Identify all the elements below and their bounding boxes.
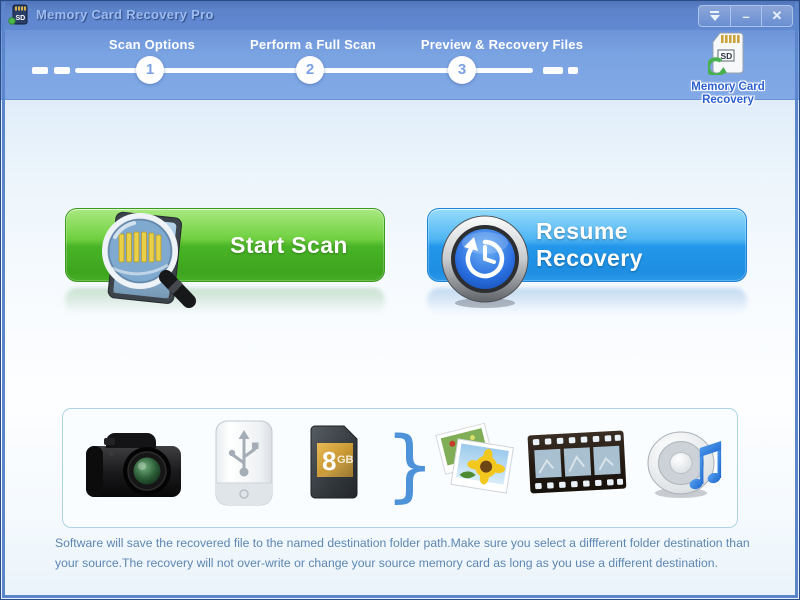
- progress-dash: [54, 67, 70, 74]
- step-circle-2: 2: [296, 56, 324, 84]
- resume-recovery-label: Resume Recovery: [536, 218, 643, 271]
- close-button[interactable]: ✕: [761, 6, 792, 26]
- progress-dash: [568, 67, 578, 74]
- start-scan-button[interactable]: Start Scan: [65, 208, 385, 308]
- window-controls: – ✕: [698, 5, 793, 27]
- step-label-preview-recovery: Preview & Recovery Files: [420, 37, 584, 52]
- photos-icon: [435, 422, 514, 494]
- usb-drive-icon: [215, 420, 273, 506]
- sd-card-icon: 8 GB: [310, 425, 358, 499]
- titlebar: SD Memory Card Recovery Pro – ✕: [0, 0, 800, 30]
- app-window: SD Memory Card Recovery Pro – ✕ Scan Opt…: [0, 0, 800, 600]
- app-icon-sd-card: SD: [8, 4, 28, 25]
- resume-recovery-clock-icon: [441, 215, 529, 308]
- logo-text: Memory Card Recovery: [660, 81, 796, 107]
- window-title: Memory Card Recovery Pro: [36, 7, 214, 22]
- logo-line-2: Recovery: [702, 94, 754, 106]
- start-scan-label: Start Scan: [230, 231, 348, 258]
- sd-capacity-label: 8: [322, 446, 336, 476]
- rollup-icon: [710, 11, 719, 13]
- progress-dash: [543, 67, 563, 74]
- footer-note: Software will save the recovered file to…: [55, 536, 750, 570]
- step-label-full-scan: Perform a Full Scan: [250, 37, 376, 52]
- camera-icon: [86, 433, 181, 497]
- sd-unit-label: GB: [337, 454, 354, 466]
- curly-brace: }: [385, 421, 435, 511]
- app-icon-sd-text: SD: [16, 15, 26, 22]
- speaker-icon: [647, 431, 722, 498]
- brand-logo: SD Memory Card Recovery: [660, 31, 796, 107]
- film-strip-icon: [527, 430, 627, 494]
- logo-sd-text: SD: [721, 51, 733, 61]
- memory-card-magnifier-icon: [102, 211, 196, 308]
- minimize-button[interactable]: –: [730, 6, 761, 26]
- step-label-scan-options: Scan Options: [108, 37, 196, 52]
- step-circle-1: 1: [136, 56, 164, 84]
- sd-card-logo-icon: SD: [705, 32, 744, 78]
- progress-dash: [32, 67, 48, 74]
- logo-line-1: Memory Card: [691, 81, 765, 93]
- resume-recovery-button[interactable]: Resume Recovery: [427, 208, 747, 308]
- media-panel: 8 GB }: [62, 408, 738, 528]
- rollup-button[interactable]: [699, 6, 730, 26]
- step-circle-3: 3: [448, 56, 476, 84]
- close-icon: ✕: [771, 8, 783, 23]
- minimize-icon: –: [742, 8, 750, 24]
